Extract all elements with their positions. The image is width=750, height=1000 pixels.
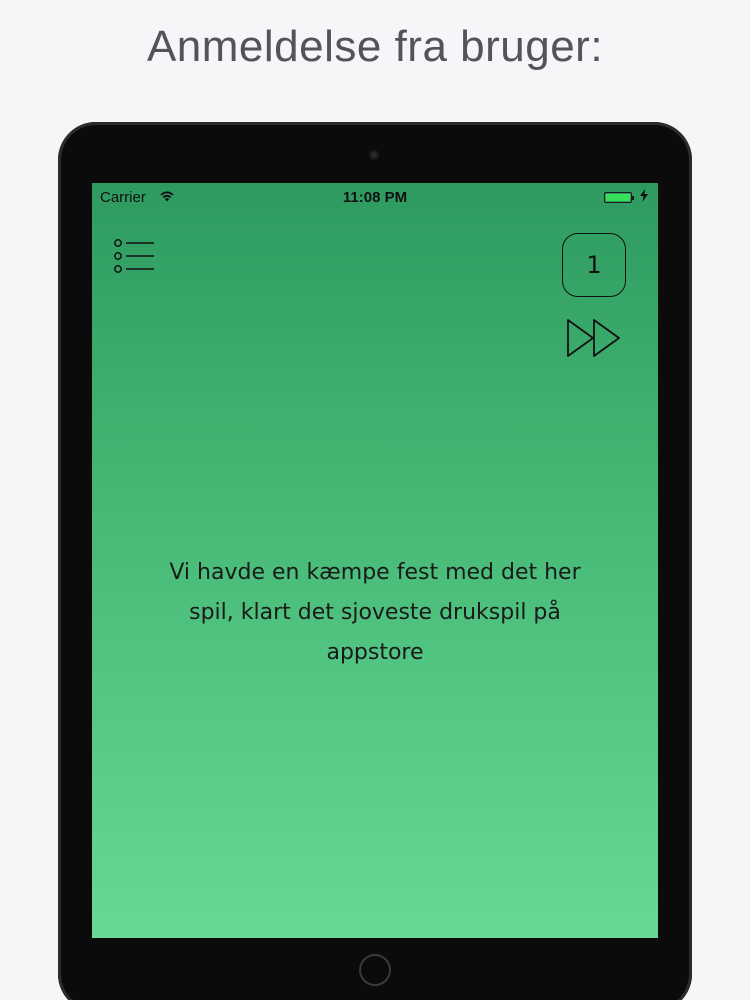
battery-fill — [606, 194, 630, 201]
fast-forward-icon[interactable] — [566, 317, 624, 359]
charging-bolt-icon — [640, 189, 648, 202]
review-text: Vi havde en kæmpe fest med det her spil,… — [169, 560, 581, 665]
ipad-frame: Carrier 11:08 PM 1 Vi havde en kæmpe fes… — [58, 122, 692, 1000]
list-menu-icon[interactable] — [112, 237, 158, 277]
card-counter-button[interactable]: 1 — [562, 233, 626, 297]
battery-icon — [604, 192, 634, 203]
app-screen: Carrier 11:08 PM 1 Vi havde en kæmpe fes… — [92, 183, 658, 938]
camera-icon — [369, 150, 379, 160]
status-bar: Carrier 11:08 PM — [92, 183, 658, 211]
card-counter-value: 1 — [586, 251, 602, 279]
home-button[interactable] — [359, 954, 391, 986]
headline: Anmeldelse fra bruger: — [146, 22, 604, 71]
clock: 11:08 PM — [342, 189, 408, 206]
battery-nub — [632, 196, 634, 200]
page: Anmeldelse fra bruger: Carrier 11:08 PM — [0, 0, 750, 1000]
